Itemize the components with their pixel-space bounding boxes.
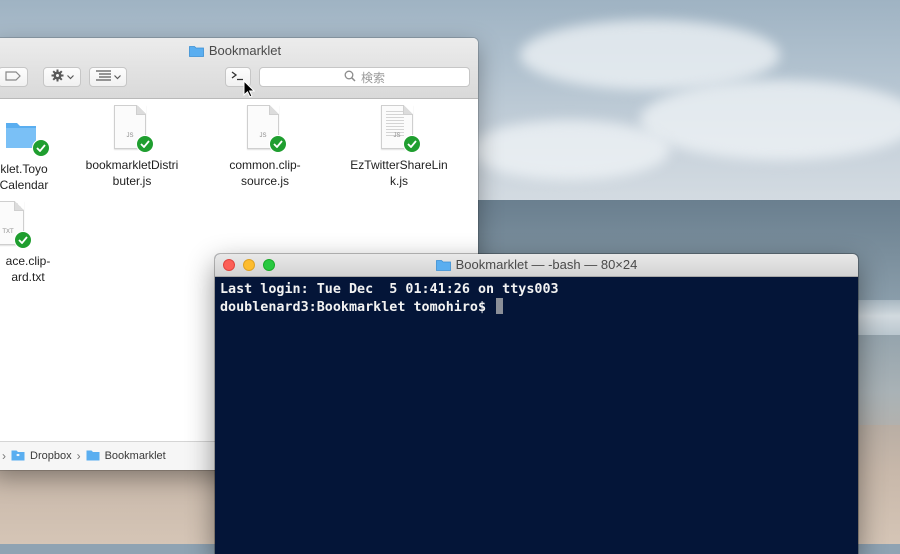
terminal-cursor bbox=[496, 298, 504, 314]
tag-button[interactable] bbox=[0, 67, 28, 87]
file-icon: JS bbox=[112, 105, 154, 153]
file-icon: TXT bbox=[0, 201, 32, 249]
sync-check-icon bbox=[269, 135, 287, 153]
path-item-dropbox[interactable]: Dropbox bbox=[30, 450, 72, 462]
sync-check-icon bbox=[403, 135, 421, 153]
file-name-line2: k.js bbox=[390, 174, 408, 188]
folder-icon bbox=[435, 259, 451, 274]
file-icon: JS bbox=[379, 105, 421, 153]
wallpaper-cloud bbox=[470, 120, 670, 180]
file-item[interactable]: JS common.clip- source.js bbox=[205, 105, 325, 189]
list-view-icon bbox=[95, 70, 111, 84]
path-separator: › bbox=[2, 449, 6, 463]
terminal-output[interactable]: Last login: Tue Dec 5 01:41:26 on ttys00… bbox=[215, 277, 858, 316]
sync-check-icon bbox=[32, 139, 50, 157]
terminal-line-last-login: Last login: Tue Dec 5 01:41:26 on ttys00… bbox=[220, 282, 559, 297]
action-button[interactable] bbox=[43, 67, 81, 87]
chevron-down-icon bbox=[66, 71, 74, 83]
terminal-title-text: Bookmarklet — -bash — 80×24 bbox=[455, 257, 638, 272]
search-placeholder: 検索 bbox=[360, 70, 385, 85]
sync-check-icon bbox=[14, 231, 32, 249]
tag-icon bbox=[5, 70, 21, 84]
folder-icon bbox=[188, 45, 204, 60]
file-name-line2: buter.js bbox=[112, 174, 152, 188]
file-name-line2: source.js bbox=[240, 174, 290, 188]
file-item[interactable]: JS bookmarkletDistri buter.js bbox=[72, 105, 192, 189]
file-name-line1: ace.clip- bbox=[5, 254, 51, 268]
file-name-line1: EzTwitterShareLin bbox=[350, 158, 448, 172]
mouse-pointer-icon bbox=[243, 79, 256, 103]
chevron-down-icon bbox=[113, 71, 121, 83]
terminal-prompt: doublenard3:Bookmarklet tomohiro$ bbox=[220, 300, 495, 315]
path-item-bookmarklet[interactable]: Bookmarklet bbox=[105, 450, 166, 462]
terminal-titlebar[interactable]: Bookmarklet — -bash — 80×24 bbox=[215, 254, 858, 277]
search-field[interactable]: 検索 bbox=[259, 67, 470, 87]
path-separator: › bbox=[76, 449, 81, 463]
file-icon bbox=[4, 109, 50, 157]
finder-title: Bookmarklet bbox=[0, 43, 478, 60]
terminal-window[interactable]: Bookmarklet — -bash — 80×24 Last login: … bbox=[215, 254, 858, 554]
file-item[interactable]: TXT ace.clip- ard.txt bbox=[0, 201, 70, 285]
terminal-prompt-line[interactable]: doublenard3:Bookmarklet tomohiro$ bbox=[220, 298, 853, 316]
arrange-button[interactable] bbox=[89, 67, 127, 87]
gear-icon bbox=[51, 69, 64, 85]
wallpaper-cloud bbox=[520, 20, 780, 90]
terminal-title: Bookmarklet — -bash — 80×24 bbox=[215, 257, 858, 274]
file-name-line1: common.clip- bbox=[229, 158, 301, 172]
search-icon bbox=[344, 70, 356, 85]
file-item[interactable]: JS EzTwitterShareLin k.js bbox=[339, 105, 459, 189]
finder-titlebar[interactable]: Bookmarklet 検索 bbox=[0, 38, 478, 99]
dropbox-icon bbox=[11, 449, 25, 464]
finder-title-text: Bookmarklet bbox=[208, 43, 282, 58]
folder-icon bbox=[86, 449, 100, 464]
file-name-line2: ard.txt bbox=[11, 270, 45, 284]
file-icon: JS bbox=[245, 105, 287, 153]
file-name-line1: bookmarkletDistri bbox=[85, 158, 179, 172]
sync-check-icon bbox=[136, 135, 154, 153]
